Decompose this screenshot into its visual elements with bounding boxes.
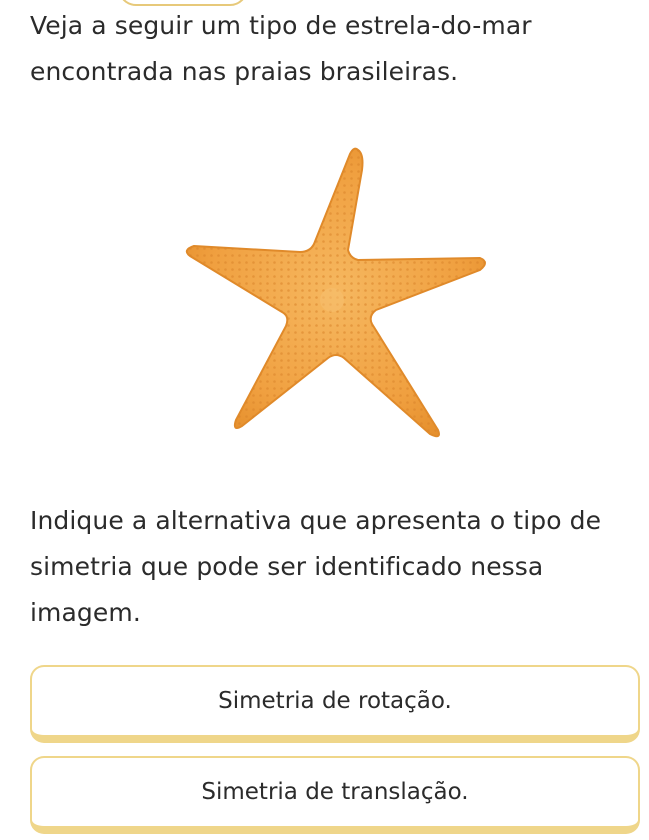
option-label: Simetria de translação. (201, 779, 469, 805)
starfish-icon (185, 147, 486, 438)
starfish-image (180, 140, 500, 450)
option-rotation-button[interactable]: Simetria de rotação. (30, 665, 640, 743)
question-intro-text: Veja a seguir um tipo de estrela-do-mar … (30, 11, 532, 86)
option-label: Simetria de rotação. (218, 688, 452, 714)
question-prompt-text: Indique a alternativa que apresenta o ti… (30, 506, 602, 627)
option-translation-button[interactable]: Simetria de translação. (30, 756, 640, 834)
